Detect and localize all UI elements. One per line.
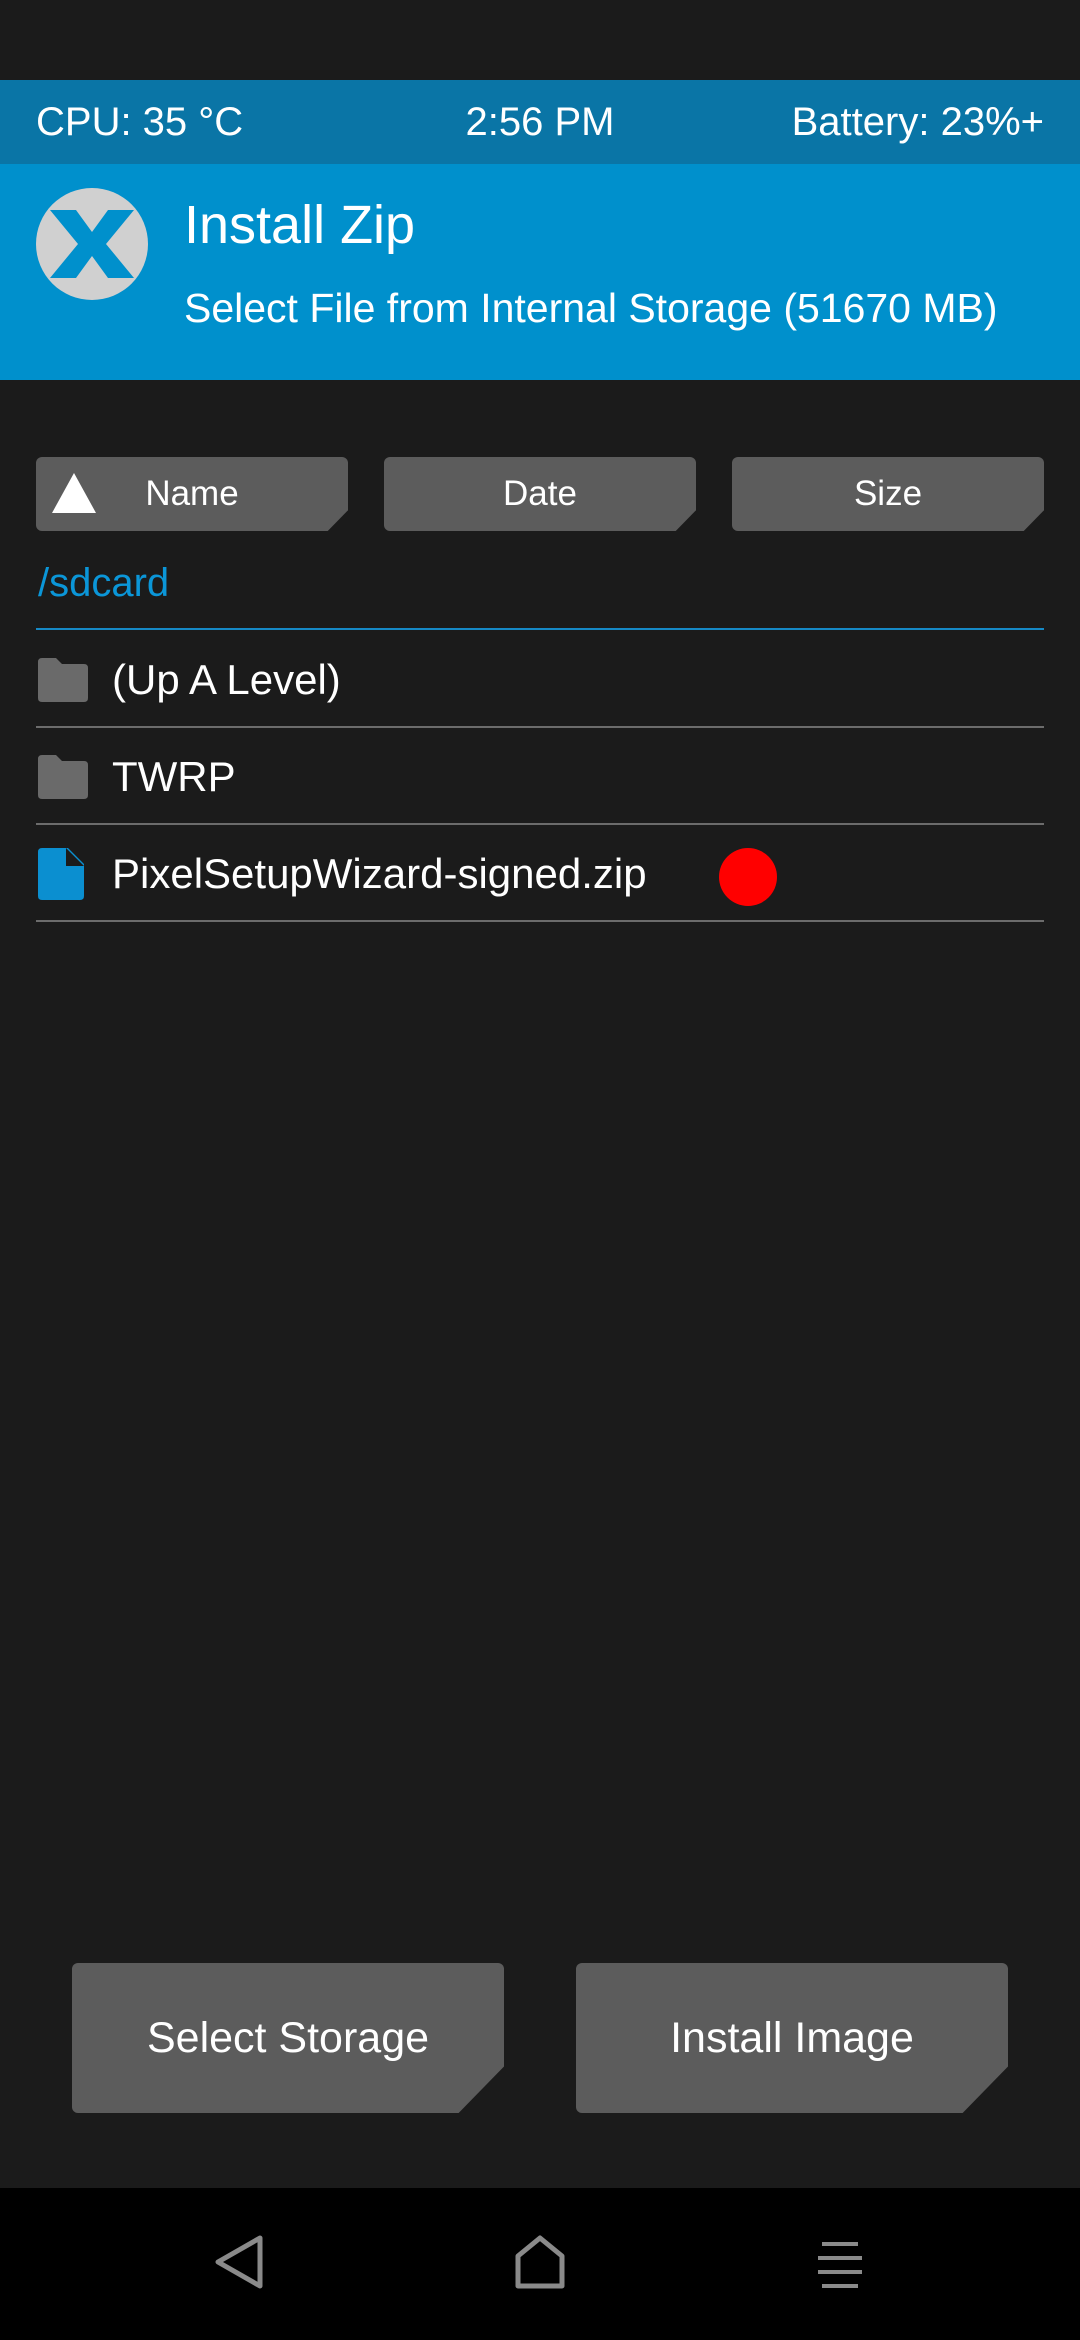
sort-by-name-button[interactable]: Name xyxy=(36,457,348,531)
row-divider xyxy=(36,823,1044,825)
navigation-bar xyxy=(0,2188,1080,2340)
current-path: /sdcard xyxy=(38,561,170,605)
touch-marker xyxy=(719,848,777,906)
battery-level: Battery: 23%+ xyxy=(791,100,1044,144)
home-icon[interactable] xyxy=(504,2226,576,2298)
select-storage-label: Select Storage xyxy=(146,2014,430,2062)
path-divider xyxy=(36,628,1044,630)
list-item-twrp-folder[interactable]: TWRP xyxy=(36,729,1044,825)
page-title: Install Zip xyxy=(184,195,416,255)
row-divider xyxy=(36,920,1044,922)
menu-icon[interactable] xyxy=(804,2226,876,2298)
sort-by-size-button[interactable]: Size xyxy=(732,457,1044,531)
install-image-label: Install Image xyxy=(670,2014,914,2062)
page-header xyxy=(0,164,1080,380)
install-image-button[interactable]: Install Image xyxy=(576,1963,1008,2113)
file-name: (Up A Level) xyxy=(112,656,341,703)
sort-by-date-button[interactable]: Date xyxy=(384,457,696,531)
list-item-zip-file[interactable]: PixelSetupWizard-signed.zip xyxy=(36,826,1044,922)
top-spacer xyxy=(0,0,1080,80)
back-icon[interactable] xyxy=(204,2226,276,2298)
select-storage-button[interactable]: Select Storage xyxy=(72,1963,504,2113)
list-item-up-a-level[interactable]: (Up A Level) xyxy=(36,632,1044,728)
sort-size-label: Size xyxy=(853,474,923,513)
file-name: TWRP xyxy=(112,753,236,800)
file-icon xyxy=(38,848,84,900)
page-subtitle: Select File from Internal Storage (51670… xyxy=(184,285,998,331)
twrp-logo-icon xyxy=(36,188,148,300)
row-divider xyxy=(36,726,1044,728)
folder-icon xyxy=(38,658,88,702)
file-name: PixelSetupWizard-signed.zip xyxy=(112,850,647,897)
folder-icon xyxy=(38,755,88,799)
status-bar: CPU: 35 °C 2:56 PM Battery: 23%+ xyxy=(0,80,1080,164)
sort-name-label: Name xyxy=(145,474,239,513)
sort-date-label: Date xyxy=(503,474,577,513)
